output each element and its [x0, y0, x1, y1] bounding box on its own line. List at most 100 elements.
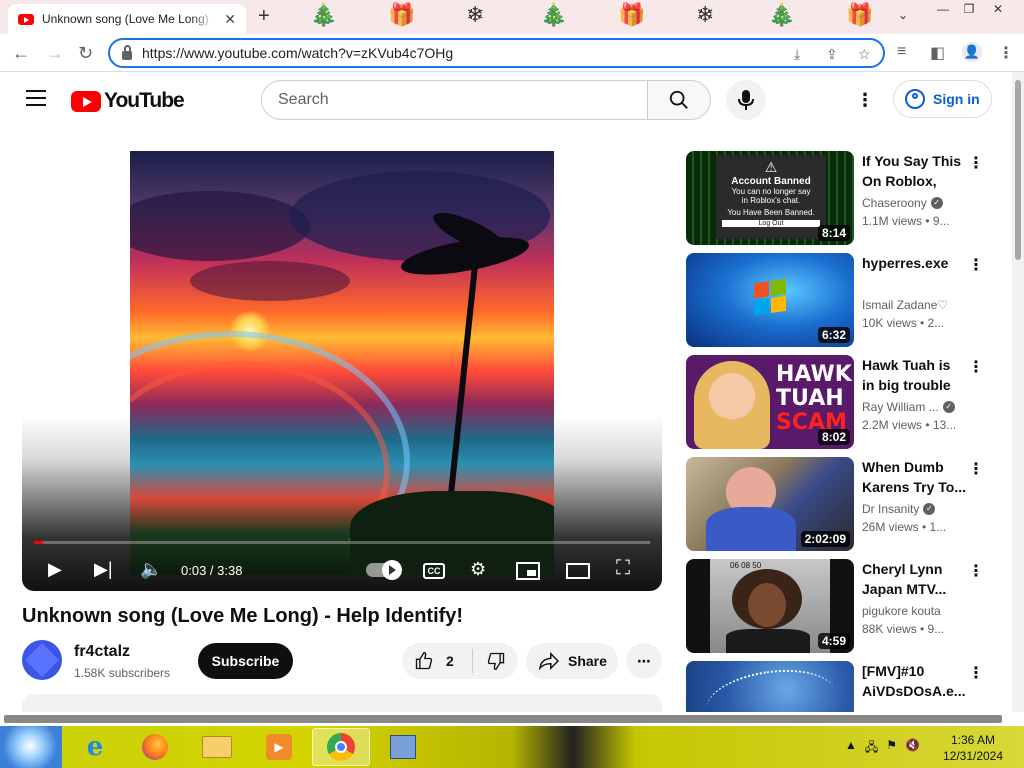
taskbar-internet-explorer[interactable]: e	[66, 728, 124, 766]
scrollbar-thumb[interactable]	[4, 715, 1002, 723]
lock-icon[interactable]	[122, 44, 132, 60]
video-options-kebab-icon[interactable]: ⋮	[968, 153, 984, 173]
taskbar-file-explorer[interactable]	[188, 728, 246, 766]
share-page-icon[interactable]: ⇪	[826, 46, 838, 63]
tab-search-chevron-icon[interactable]: ⌄	[898, 8, 908, 22]
recommendation-title: If You Say This On Roblox, Yo...	[862, 153, 962, 189]
forward-arrow-icon[interactable]: →	[46, 43, 64, 64]
miniplayer-icon[interactable]	[516, 562, 540, 580]
recommendation-title: hyperres.exe	[862, 255, 949, 271]
bookmark-star-icon[interactable]: ☆	[858, 46, 871, 63]
recommendation-title: Cheryl Lynn Japan MTV...	[862, 561, 947, 597]
search-button[interactable]	[647, 80, 711, 120]
settings-kebab-icon[interactable]: ⋮	[856, 90, 874, 111]
voice-search-button[interactable]	[726, 80, 766, 120]
menu-hamburger-icon[interactable]	[26, 90, 46, 111]
subscribe-button[interactable]: Subscribe	[198, 643, 293, 679]
recommendation-item[interactable]: [FMV]#10 AiVDsDOsA.e... ⋮	[686, 661, 1006, 712]
action-center-flag-icon[interactable]: ⚑	[886, 738, 897, 759]
thumb-text: 06 08 50	[730, 561, 762, 570]
browser-tabstrip: 🎄 🎁 ❄ 🎄 🎁 ❄ 🎄 🎁 Unknown song (Love Me Lo…	[0, 0, 1024, 34]
captions-button[interactable]: CC	[423, 563, 445, 579]
recommendation-channel: Ray William ... ✓	[862, 400, 966, 414]
video-thumbnail[interactable]: 06 08 50 4:59	[686, 559, 854, 653]
next-video-icon[interactable]: ▶|	[94, 559, 113, 580]
sign-in-button[interactable]: Sign in	[893, 80, 992, 118]
thumbs-down-icon	[487, 652, 504, 671]
back-arrow-icon[interactable]: ←	[12, 43, 30, 64]
more-actions-button[interactable]: ⋯	[626, 643, 662, 679]
minimize-icon[interactable]: —	[930, 0, 956, 18]
snowflake-decoration-icon: ❄	[466, 2, 485, 27]
recommendation-channel: pigukore kouta	[862, 604, 941, 618]
dislike-button[interactable]	[473, 651, 518, 671]
new-tab-icon[interactable]: +	[258, 5, 270, 28]
recommendation-item[interactable]: 6:32 hyperres.exe Ismail Zadane♡ 10K vie…	[686, 253, 1006, 349]
clock-date: 12/31/2024	[942, 749, 1004, 763]
taskbar-chrome[interactable]	[312, 728, 370, 766]
theater-mode-icon[interactable]	[566, 563, 590, 579]
restore-icon[interactable]: ❐	[956, 0, 982, 18]
share-button[interactable]: Share	[526, 643, 618, 679]
taskbar-network-app[interactable]	[374, 728, 432, 766]
video-progress-bar[interactable]	[34, 541, 650, 544]
page-horizontal-scrollbar[interactable]	[0, 712, 1012, 726]
recommendation-item[interactable]: 2:02:09 When Dumb Karens Try To... Dr In…	[686, 457, 1006, 553]
channel-avatar[interactable]	[22, 640, 62, 680]
gift-decoration-icon: 🎁	[618, 2, 646, 27]
recommendation-item[interactable]: 06 08 50 4:59 Cheryl Lynn Japan MTV... p…	[686, 559, 1006, 655]
chrome-icon	[327, 733, 355, 761]
reload-icon[interactable]: ↻	[78, 43, 93, 64]
volume-muted-tray-icon[interactable]: 🔇	[905, 738, 920, 759]
channel-name[interactable]: fr4ctalz	[74, 643, 130, 661]
shoulders-graphic	[726, 629, 810, 653]
tab-close-icon[interactable]: ✕	[224, 11, 236, 28]
video-title: Unknown song (Love Me Long) - Help Ident…	[22, 605, 464, 627]
taskbar-media-player[interactable]: ▶	[250, 728, 308, 766]
play-icon[interactable]: ▶	[48, 559, 62, 580]
address-bar[interactable]: https://www.youtube.com/watch?v=zKVub4c7…	[108, 38, 885, 68]
recommendation-item[interactable]: HAWK TUAH SCAM 8:02 Hawk Tuah is in big …	[686, 355, 1006, 451]
window-close-icon[interactable]: ✕	[984, 0, 1012, 18]
verified-check-icon: ✓	[923, 503, 936, 515]
profile-avatar-icon[interactable]: 👤	[962, 42, 982, 62]
autoplay-toggle[interactable]	[366, 560, 402, 580]
video-thumbnail[interactable]: HAWK TUAH SCAM 8:02	[686, 355, 854, 449]
scrollbar-thumb[interactable]	[1015, 80, 1021, 260]
install-app-icon[interactable]: ⤓	[794, 46, 800, 63]
reading-list-icon[interactable]: ≡	[897, 43, 906, 61]
volume-icon[interactable]: 🔈	[140, 559, 162, 580]
video-options-kebab-icon[interactable]: ⋮	[968, 459, 984, 479]
show-hidden-icons-icon[interactable]: ▲	[845, 738, 857, 759]
network-computer-icon	[390, 735, 416, 759]
video-options-kebab-icon[interactable]: ⋮	[968, 663, 984, 683]
search-input[interactable]	[261, 80, 647, 120]
video-thumbnail[interactable]: 6:32	[686, 253, 854, 347]
video-thumbnail[interactable]: 2:02:09	[686, 457, 854, 551]
subscriber-count: 1.58K subscribers	[74, 666, 171, 680]
thumbs-up-icon	[415, 651, 433, 670]
video-options-kebab-icon[interactable]: ⋮	[968, 357, 984, 377]
side-panel-icon[interactable]: ◧	[930, 43, 945, 63]
channel-name: Ray William ...	[862, 400, 939, 414]
youtube-logo[interactable]: YouTube	[71, 89, 185, 113]
page-vertical-scrollbar[interactable]	[1012, 72, 1024, 712]
video-thumbnail[interactable]: ⚠ Account Banned You can no longer say i…	[686, 151, 854, 245]
settings-gear-icon[interactable]: ⚙	[470, 559, 486, 580]
video-thumbnail[interactable]	[686, 661, 854, 712]
taskbar-firefox[interactable]	[126, 728, 184, 766]
taskbar-clock[interactable]: 1:36 AM 12/31/2024	[935, 732, 1011, 764]
network-tray-icon[interactable]: 🖧	[865, 738, 878, 759]
chrome-menu-icon[interactable]: ⋮	[998, 43, 1014, 63]
browser-tab-active[interactable]: Unknown song (Love Me Long) - Help Ident…	[8, 4, 246, 34]
description-box[interactable]	[22, 694, 662, 712]
recommendation-item[interactable]: ⚠ Account Banned You can no longer say i…	[686, 151, 1006, 247]
video-options-kebab-icon[interactable]: ⋮	[968, 561, 984, 581]
thumb-text: Log Out	[722, 220, 820, 227]
fullscreen-icon[interactable]: ⛶	[616, 557, 630, 580]
video-options-kebab-icon[interactable]: ⋮	[968, 255, 984, 275]
video-player[interactable]: ▶ ▶| 🔈 0:03 / 3:38 CC ⚙ ⛶	[22, 151, 662, 591]
thumb-text: You Have Been Banned.	[727, 208, 815, 217]
like-button[interactable]: 2	[402, 651, 472, 671]
start-button[interactable]	[0, 726, 62, 768]
